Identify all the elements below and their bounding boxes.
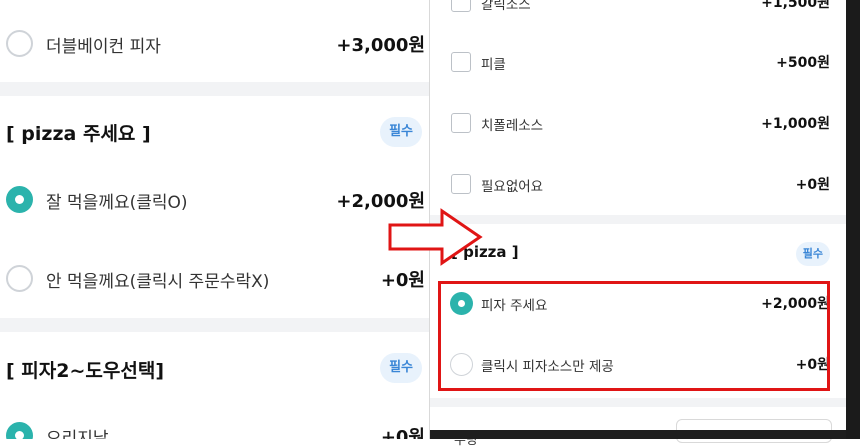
option-label: 더블베이컨 피자: [46, 37, 161, 57]
option-label: 필요없어요: [481, 179, 544, 195]
checkbox-option-garlic[interactable]: 갈릭소스 +1,500원: [430, 0, 846, 18]
option-label: 피클: [481, 57, 506, 73]
checkbox-option-not-needed[interactable]: 필요없어요 +0원: [430, 170, 846, 200]
right-arrow-icon: [388, 208, 483, 266]
option-price: +1,500원: [761, 0, 830, 11]
checkbox[interactable]: [451, 52, 471, 72]
required-badge: 필수: [380, 117, 422, 147]
left-screenshot-panel: 더블베이컨 피자 +3,000원 [ pizza 주세요 ] 필수 잘 먹을께요…: [0, 0, 440, 439]
option-label: 갈릭소스: [481, 0, 531, 13]
option-price: +500원: [776, 55, 830, 71]
section-divider: [0, 318, 440, 332]
checkbox[interactable]: [451, 0, 471, 12]
section-title-pizza: [ pizza 주세요 ]: [6, 123, 151, 145]
section-divider: [0, 82, 440, 96]
option-price: +1,000원: [761, 116, 830, 132]
option-label: 잘 먹을께요(클릭O): [46, 193, 188, 213]
option-price: +3,000원: [336, 35, 425, 56]
checkbox-option-pickle[interactable]: 피클 +500원: [430, 48, 846, 78]
option-price: +0원: [380, 270, 425, 291]
option-original[interactable]: 오리지날 +0원: [0, 418, 440, 439]
radio-button[interactable]: [6, 265, 33, 292]
section-title-dough: [ 피자2~도우선택]: [6, 360, 165, 382]
option-label: 치폴레소스: [481, 118, 544, 134]
checkbox[interactable]: [451, 113, 471, 133]
required-badge: 필수: [380, 353, 422, 383]
required-badge: 필수: [795, 242, 830, 266]
section-divider: [430, 398, 846, 407]
option-label: 안 먹을께요(클릭시 주문수락X): [46, 272, 270, 292]
radio-button-selected[interactable]: [6, 186, 33, 213]
option-label: 오리지날: [46, 429, 109, 439]
option-wont-eat[interactable]: 안 먹을께요(클릭시 주문수락X) +0원: [0, 261, 440, 301]
option-price: +0원: [795, 177, 830, 193]
checkbox-option-chipotle[interactable]: 치폴레소스 +1,000원: [430, 109, 846, 139]
highlight-box: [438, 281, 830, 391]
checkbox[interactable]: [451, 174, 471, 194]
radio-button[interactable]: [6, 30, 33, 57]
phone-bottom-bezel: [430, 430, 846, 439]
phone-side-bezel: [846, 0, 860, 439]
option-will-eat[interactable]: 잘 먹을께요(클릭O) +2,000원: [0, 182, 440, 222]
section-divider: [430, 215, 846, 224]
option-double-bacon-pizza[interactable]: 더블베이컨 피자 +3,000원: [0, 26, 440, 66]
radio-button-selected[interactable]: [6, 422, 33, 439]
option-price: +0원: [380, 427, 425, 439]
